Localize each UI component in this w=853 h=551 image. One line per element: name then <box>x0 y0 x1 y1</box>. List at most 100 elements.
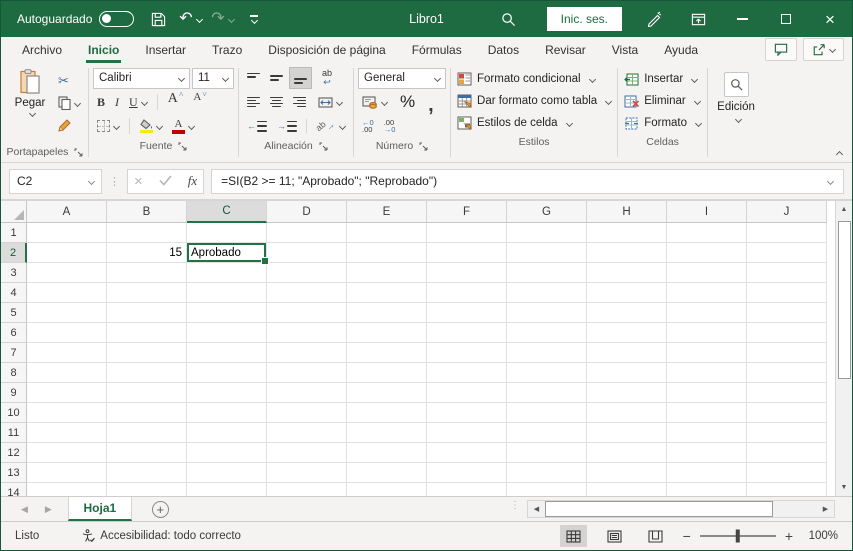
cell-C10[interactable] <box>187 403 267 423</box>
merge-center-button[interactable] <box>314 91 346 113</box>
column-header-H[interactable]: H <box>587 201 667 223</box>
row-header-12[interactable]: 12 <box>1 443 27 463</box>
save-button[interactable] <box>144 4 172 34</box>
share-button[interactable] <box>803 38 844 61</box>
number-format-select[interactable]: General <box>358 67 447 89</box>
wrap-text-button[interactable]: ab ↩ <box>318 67 336 89</box>
undo-button[interactable]: ↶ <box>176 4 204 34</box>
row-header-11[interactable]: 11 <box>1 423 27 443</box>
undo-menu-chevron-icon[interactable] <box>195 15 203 23</box>
cell-J7[interactable] <box>747 343 827 363</box>
scrollbar-resize-handle[interactable]: ⋮ <box>510 500 520 511</box>
cell-C9[interactable] <box>187 383 267 403</box>
cell-C1[interactable] <box>187 223 267 243</box>
cell-J12[interactable] <box>747 443 827 463</box>
alignment-dialog-launcher[interactable] <box>319 142 328 151</box>
cell-C2[interactable]: Aprobado <box>187 243 269 265</box>
row-header-3[interactable]: 3 <box>1 263 27 283</box>
cell-B12[interactable] <box>107 443 187 463</box>
page-break-preview-button[interactable] <box>642 525 669 547</box>
search-button[interactable] <box>495 4 523 34</box>
cell-B13[interactable] <box>107 463 187 483</box>
close-button[interactable]: × <box>808 1 852 37</box>
tab-disposición-de-página[interactable]: Disposición de página <box>255 38 398 63</box>
expand-formula-bar-chevron-icon[interactable] <box>826 177 835 185</box>
cell-E11[interactable] <box>347 423 427 443</box>
cell-A9[interactable] <box>27 383 107 403</box>
column-header-C[interactable]: C <box>187 201 267 223</box>
cell-E14[interactable] <box>347 483 427 496</box>
page-layout-view-button[interactable] <box>601 525 628 547</box>
cell-F5[interactable] <box>427 303 507 323</box>
cell-J2[interactable] <box>747 243 827 263</box>
cell-J5[interactable] <box>747 303 827 323</box>
cell-B10[interactable] <box>107 403 187 423</box>
pen-button[interactable] <box>640 4 668 34</box>
cell-B7[interactable] <box>107 343 187 363</box>
cell-J3[interactable] <box>747 263 827 283</box>
font-size-select[interactable]: 11 <box>192 67 234 89</box>
conditional-formatting-button[interactable]: Formato condicional <box>455 68 613 90</box>
cell-H11[interactable] <box>587 423 667 443</box>
cell-styles-button[interactable]: Estilos de celda <box>455 112 613 134</box>
vertical-scrollbar[interactable]: ▲ ▼ <box>835 201 852 496</box>
format-cells-button[interactable]: Formato <box>622 112 703 134</box>
cell-J1[interactable] <box>747 223 827 243</box>
confirm-entry-button[interactable] <box>159 174 172 189</box>
cell-H3[interactable] <box>587 263 667 283</box>
cell-A7[interactable] <box>27 343 107 363</box>
cell-E13[interactable] <box>347 463 427 483</box>
cell-D5[interactable] <box>267 303 347 323</box>
clipboard-dialog-launcher[interactable] <box>74 148 83 157</box>
format-painter-button[interactable] <box>54 114 84 136</box>
cell-H2[interactable] <box>587 243 667 263</box>
align-middle-button[interactable] <box>266 67 287 89</box>
copy-button[interactable] <box>54 92 84 114</box>
cell-H1[interactable] <box>587 223 667 243</box>
delete-cells-button[interactable]: Eliminar <box>622 90 703 112</box>
cell-C7[interactable] <box>187 343 267 363</box>
cell-G5[interactable] <box>507 303 587 323</box>
row-header-5[interactable]: 5 <box>1 303 27 323</box>
cell-B1[interactable] <box>107 223 187 243</box>
tab-trazo[interactable]: Trazo <box>199 38 255 63</box>
row-header-4[interactable]: 4 <box>1 283 27 303</box>
cell-F3[interactable] <box>427 263 507 283</box>
underline-button[interactable]: U <box>125 91 151 113</box>
autosave-toggle[interactable] <box>99 11 135 27</box>
cell-E2[interactable] <box>347 243 427 263</box>
cell-D12[interactable] <box>267 443 347 463</box>
cell-D2[interactable] <box>267 243 347 263</box>
column-header-F[interactable]: F <box>427 201 507 223</box>
column-header-A[interactable]: A <box>27 201 107 223</box>
cell-I6[interactable] <box>667 323 747 343</box>
paste-button[interactable]: Pegar <box>6 66 54 118</box>
cell-H13[interactable] <box>587 463 667 483</box>
cell-I10[interactable] <box>667 403 747 423</box>
cell-B9[interactable] <box>107 383 187 403</box>
cell-H9[interactable] <box>587 383 667 403</box>
cell-A4[interactable] <box>27 283 107 303</box>
cell-F2[interactable] <box>427 243 507 263</box>
collapse-ribbon-button[interactable] <box>835 150 844 159</box>
cell-D11[interactable] <box>267 423 347 443</box>
cell-D14[interactable] <box>267 483 347 496</box>
cell-J9[interactable] <box>747 383 827 403</box>
cell-E6[interactable] <box>347 323 427 343</box>
cell-E9[interactable] <box>347 383 427 403</box>
horizontal-scrollbar[interactable]: ◀ ▶ <box>527 500 835 518</box>
cell-A5[interactable] <box>27 303 107 323</box>
sign-in-button[interactable]: Inic. ses. <box>546 7 622 31</box>
cell-D8[interactable] <box>267 363 347 383</box>
cell-C4[interactable] <box>187 283 267 303</box>
cancel-entry-button[interactable]: × <box>134 173 143 190</box>
cell-F14[interactable] <box>427 483 507 496</box>
cell-G10[interactable] <box>507 403 587 423</box>
cell-J8[interactable] <box>747 363 827 383</box>
cell-H7[interactable] <box>587 343 667 363</box>
cell-E1[interactable] <box>347 223 427 243</box>
increase-font-button[interactable]: A ˄ <box>164 91 188 113</box>
cell-H10[interactable] <box>587 403 667 423</box>
cell-C12[interactable] <box>187 443 267 463</box>
tab-vista[interactable]: Vista <box>599 38 651 63</box>
